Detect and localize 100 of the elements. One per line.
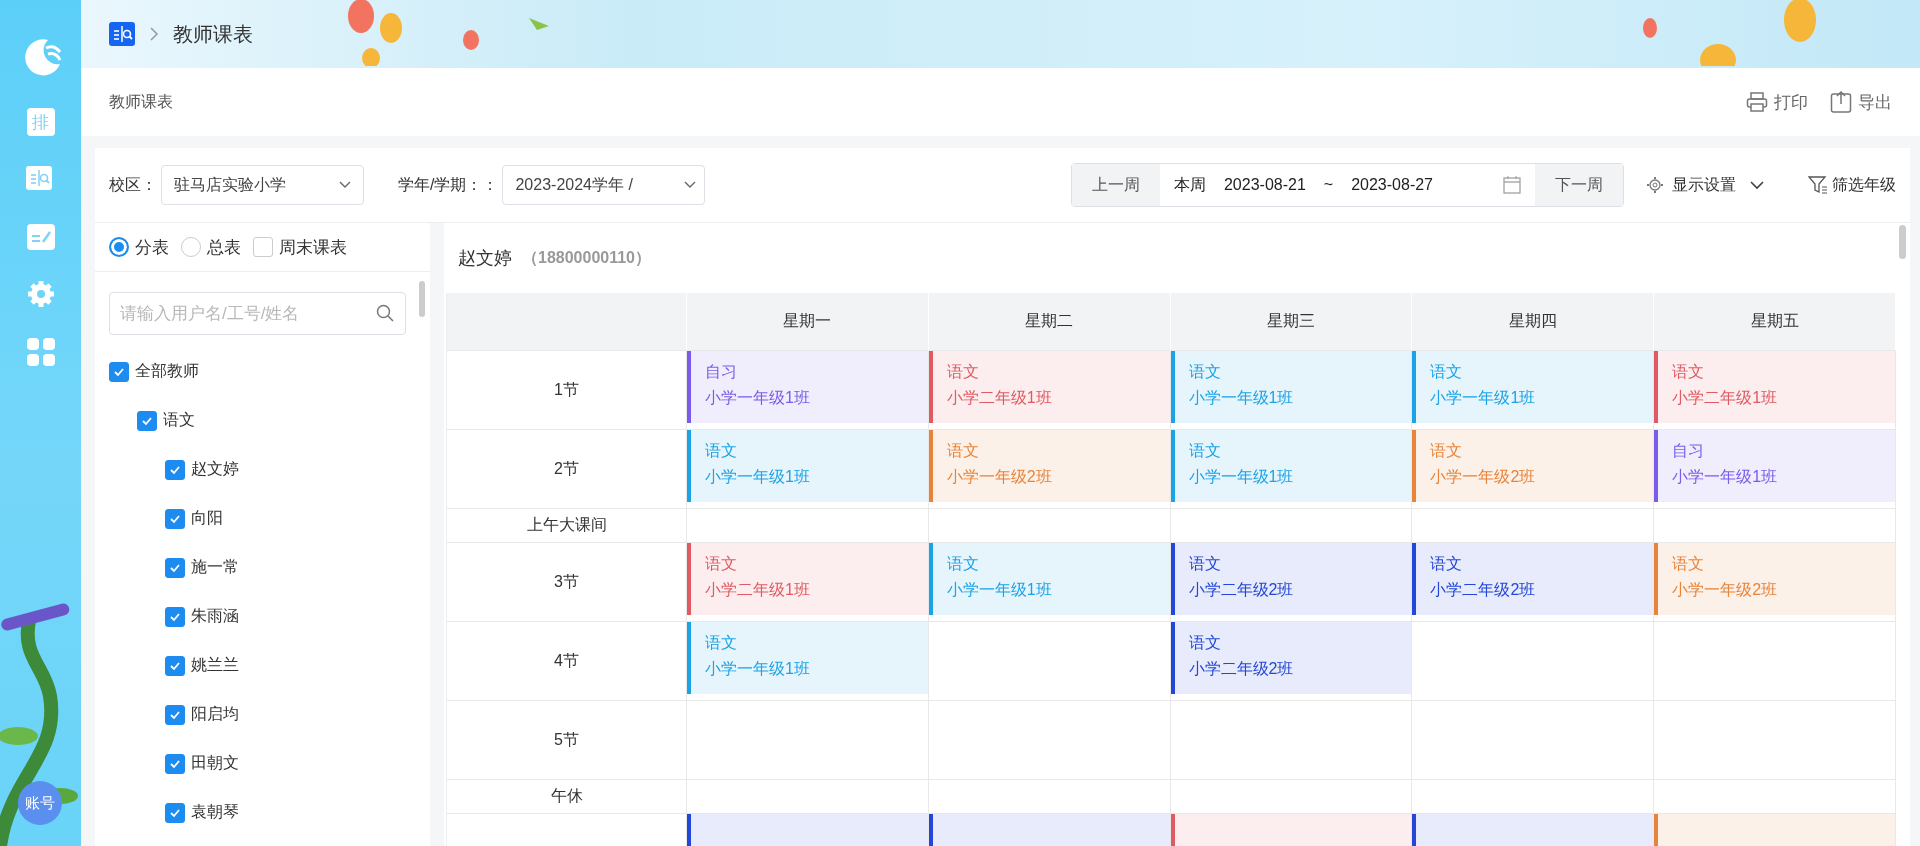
edit-note-icon xyxy=(26,224,55,250)
subject-text: 语文 xyxy=(1188,441,1222,461)
radio-button[interactable] xyxy=(109,237,129,257)
period-label: 3节 xyxy=(554,571,579,592)
tree-item[interactable]: 朱雨涵 xyxy=(191,606,239,627)
campus-select[interactable]: 驻马店实验小学 xyxy=(161,165,364,205)
tree-item[interactable]: 语文 xyxy=(163,410,195,431)
checkbox[interactable] xyxy=(165,606,185,627)
class-text: 小学二年级1班 xyxy=(705,580,811,600)
tree-item[interactable]: 阳启均 xyxy=(191,704,239,725)
scrollbar-thumb[interactable] xyxy=(419,281,425,317)
day-header: 星期一 xyxy=(687,293,929,351)
class-text: 小学二年级1班 xyxy=(1672,388,1779,408)
search-icon xyxy=(376,304,394,322)
subject-text: 自习 xyxy=(1672,441,1706,461)
period-label: 上午大课间 xyxy=(526,515,607,535)
period-label: 2节 xyxy=(554,458,579,479)
tree-item[interactable]: 袁朝琴 xyxy=(191,802,239,823)
period-label: 午休 xyxy=(550,786,583,806)
checkbox[interactable] xyxy=(109,361,129,382)
lesson-card[interactable]: 自习 小学一年级1班 xyxy=(1654,430,1895,502)
lesson-card[interactable]: 语文 小学二年级2班 xyxy=(1170,543,1412,615)
tree-item[interactable]: 田朝文 xyxy=(191,753,239,774)
period-label: 4节 xyxy=(554,650,579,671)
subject-text: 语文 xyxy=(1430,554,1464,574)
class-text: 小学二年级1班 xyxy=(946,388,1053,408)
scrollbar-thumb[interactable] xyxy=(1899,225,1906,259)
lesson-card[interactable]: 自习 小学一年级1班 xyxy=(687,351,928,423)
grid-icon xyxy=(26,338,55,366)
subject-text: 语文 xyxy=(1430,441,1464,461)
lesson-card[interactable]: 语文 小学二年级2班 xyxy=(1412,543,1654,615)
period-label: 5节 xyxy=(554,729,579,750)
term-label: 学年/学期：： xyxy=(398,174,499,195)
printer-icon xyxy=(1746,91,1768,113)
subject-text: 语文 xyxy=(946,554,980,574)
subject-text: 语文 xyxy=(705,554,738,574)
checkbox[interactable] xyxy=(165,704,185,725)
view-option[interactable]: 分表 xyxy=(109,235,169,259)
chevron-down-icon xyxy=(339,181,351,189)
tree-item[interactable]: 全部教师 xyxy=(135,361,199,382)
book-search-icon xyxy=(109,22,135,46)
subject-text: 语文 xyxy=(1430,362,1464,382)
day-header: 星期三 xyxy=(1170,293,1413,351)
subject-text: 语文 xyxy=(1672,554,1706,574)
class-text: 小学一年级1班 xyxy=(1430,388,1537,408)
chevron-down-icon xyxy=(1750,180,1764,190)
class-text: 小学一年级2班 xyxy=(1430,467,1537,487)
view-option[interactable]: 总表 xyxy=(181,235,241,259)
checkbox[interactable] xyxy=(165,508,185,529)
class-text: 小学一年级1班 xyxy=(705,467,811,487)
chevron-right-icon xyxy=(149,27,159,41)
chevron-down-icon xyxy=(684,181,697,189)
upload-icon xyxy=(1830,91,1852,113)
class-text: 小学二年级2班 xyxy=(1188,580,1295,600)
checkbox[interactable] xyxy=(137,410,157,431)
subject-text: 语文 xyxy=(1672,362,1706,382)
subject-text: 语文 xyxy=(1188,633,1222,653)
print-button[interactable]: 打印 xyxy=(1746,90,1808,114)
settings-icon xyxy=(26,280,55,308)
class-text: 小学二年级2班 xyxy=(1430,580,1537,600)
subject-text: 语文 xyxy=(946,362,980,382)
grade-filter-button[interactable]: 筛选年级 xyxy=(1808,174,1896,196)
teacher-phone: （18800000110） xyxy=(522,247,651,268)
checkbox[interactable] xyxy=(165,459,185,480)
class-text: 小学一年级1班 xyxy=(1672,467,1779,487)
checkbox[interactable] xyxy=(165,557,185,578)
class-text: 小学二年级2班 xyxy=(1188,659,1295,679)
tree-item[interactable]: 向阳 xyxy=(191,508,223,529)
display-settings-button[interactable]: 显示设置 xyxy=(1646,174,1764,196)
subject-text: 语文 xyxy=(705,633,738,653)
checkbox[interactable] xyxy=(165,655,185,676)
tree-item[interactable]: 赵文婷 xyxy=(191,459,239,480)
filter-icon xyxy=(1808,175,1828,195)
tree-item[interactable]: 施一常 xyxy=(191,557,239,578)
subject-text: 语文 xyxy=(1188,362,1222,382)
subject-text: 语文 xyxy=(1188,554,1222,574)
class-text: 小学一年级1班 xyxy=(705,388,811,408)
view-option[interactable]: 周末课表 xyxy=(253,235,347,259)
subject-text: 语文 xyxy=(705,441,738,461)
term-select[interactable]: 2023-2024学年 / xyxy=(502,165,706,205)
day-header: 星期二 xyxy=(928,293,1171,351)
class-text: 小学一年级2班 xyxy=(1672,580,1779,600)
lesson-card[interactable]: 语文 小学二年级1班 xyxy=(928,351,1170,423)
lesson-card[interactable]: 语文 小学二年级1班 xyxy=(1654,351,1895,423)
checkbox[interactable] xyxy=(165,802,185,823)
checkbox[interactable] xyxy=(253,237,273,257)
lesson-card[interactable]: 语文 小学二年级2班 xyxy=(1170,622,1412,694)
export-button[interactable]: 导出 xyxy=(1830,90,1892,114)
campus-label: 校区： xyxy=(109,174,157,195)
checkbox[interactable] xyxy=(165,753,185,774)
period-label: 1节 xyxy=(554,379,579,400)
class-text: 小学一年级1班 xyxy=(946,580,1053,600)
tree-item[interactable]: 姚兰兰 xyxy=(191,655,239,676)
day-header: 星期四 xyxy=(1412,293,1655,351)
day-header: 星期五 xyxy=(1654,293,1896,351)
lesson-card[interactable]: 语文 小学二年级1班 xyxy=(687,543,928,615)
radio-button[interactable] xyxy=(181,237,201,257)
class-text: 小学一年级1班 xyxy=(1188,388,1295,408)
search-field[interactable]: 请输入用户名/工号/姓名 xyxy=(109,292,406,335)
subject-text: 自习 xyxy=(705,362,738,382)
